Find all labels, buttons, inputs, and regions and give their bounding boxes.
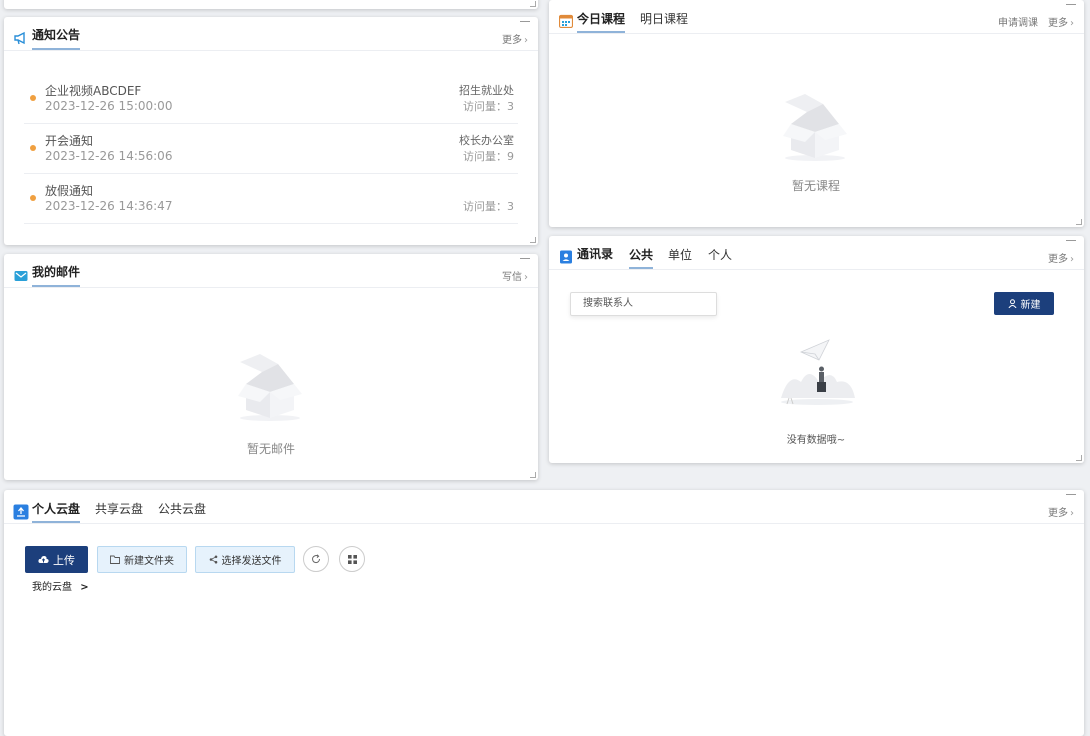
apply-adjust-link[interactable]: 申请调课 bbox=[998, 14, 1038, 29]
top-stub-panel bbox=[4, 0, 538, 9]
notice-item-visits: 访问量：3 bbox=[463, 100, 514, 113]
notice-item-title: 放假通知 bbox=[45, 184, 94, 198]
notice-item-title: 开会通知 bbox=[45, 134, 94, 148]
notice-item-title: 企业视频ABCDEF bbox=[45, 84, 142, 98]
contact-book-icon bbox=[560, 250, 572, 264]
breadcrumb: 我的云盘 > bbox=[32, 578, 89, 593]
empty-box-icon bbox=[783, 94, 847, 161]
refresh-icon bbox=[312, 554, 321, 564]
notice-item-time: 2023-12-26 15:00:00 bbox=[45, 99, 173, 113]
tab-personal-disk[interactable]: 个人云盘 bbox=[32, 500, 81, 523]
chevron-right-icon: › bbox=[524, 35, 528, 46]
share-icon bbox=[209, 555, 217, 564]
tab-shared-disk[interactable]: 共享云盘 bbox=[95, 500, 143, 523]
bullet-dot-icon bbox=[30, 95, 36, 101]
mail-title: 我的邮件 bbox=[32, 263, 81, 287]
course-header: 今日课程 明日课程 申请调课 更多 › bbox=[549, 0, 1084, 34]
notice-more-link[interactable]: 更多 › bbox=[502, 31, 528, 46]
contacts-header: 通讯录 公共 单位 个人 更多 › bbox=[549, 236, 1084, 270]
contacts-more-label: 更多 bbox=[1048, 254, 1068, 265]
contacts-title: 通讯录 bbox=[577, 247, 614, 261]
new-folder-button[interactable]: 新建文件夹 bbox=[97, 546, 187, 573]
course-more-label: 更多 bbox=[1048, 18, 1068, 29]
tab-contacts-public[interactable]: 公共 bbox=[629, 246, 654, 269]
bullet-dot-icon bbox=[30, 145, 36, 151]
bullet-dot-icon bbox=[30, 195, 36, 201]
notice-item-time: 2023-12-26 14:36:47 bbox=[45, 199, 173, 213]
tab-tomorrow-course[interactable]: 明日课程 bbox=[640, 10, 688, 33]
resize-handle[interactable] bbox=[530, 237, 536, 243]
notice-item-visits: 访问量：3 bbox=[463, 200, 514, 213]
tab-public-disk[interactable]: 公共云盘 bbox=[158, 500, 206, 523]
chevron-right-icon: › bbox=[1070, 254, 1074, 265]
notice-item-time: 2023-12-26 14:56:06 bbox=[45, 149, 173, 163]
course-panel: 今日课程 明日课程 申请调课 更多 › 暂无课程 bbox=[549, 0, 1084, 227]
chevron-right-icon: › bbox=[1070, 18, 1074, 29]
refresh-button[interactable] bbox=[303, 546, 329, 572]
mail-panel: 我的邮件 写信 › 暂无邮件 bbox=[4, 254, 538, 480]
mail-empty-text: 暂无邮件 bbox=[246, 442, 295, 456]
disk-header: 个人云盘 共享云盘 公共云盘 更多 › bbox=[4, 490, 1084, 524]
notice-panel: 通知公告 更多 › 企业视频ABCDEF 2023-12-26 15:00:00 … bbox=[4, 17, 538, 245]
mail-header: 我的邮件 写信 › bbox=[4, 254, 538, 288]
contact-search-input[interactable]: 搜索联系人 bbox=[570, 292, 717, 316]
empty-box-icon bbox=[238, 354, 302, 421]
calendar-icon bbox=[559, 14, 573, 28]
user-icon bbox=[1007, 299, 1017, 308]
disk-more-label: 更多 bbox=[1048, 508, 1068, 519]
notice-item-2[interactable]: 开会通知 2023-12-26 14:56:06 校长办公室 访问量：9 bbox=[24, 124, 518, 174]
write-mail-label: 写信 bbox=[502, 272, 522, 283]
write-mail-link[interactable]: 写信 › bbox=[502, 268, 528, 283]
tab-contacts-unit[interactable]: 单位 bbox=[668, 246, 692, 269]
new-contact-label: 新建 bbox=[1020, 300, 1041, 311]
cloud-disk-panel: 个人云盘 共享云盘 公共云盘 更多 › 上传 新建文件夹 选择发送文件 我的云盘… bbox=[4, 490, 1084, 736]
notice-item-visits: 访问量：9 bbox=[463, 150, 514, 163]
chevron-right-icon: › bbox=[524, 272, 528, 283]
tab-today-course[interactable]: 今日课程 bbox=[577, 10, 626, 33]
breadcrumb-separator: > bbox=[80, 582, 89, 593]
new-contact-button[interactable]: 新建 bbox=[994, 292, 1054, 315]
cloud-upload-icon bbox=[38, 555, 49, 563]
new-folder-label: 新建文件夹 bbox=[124, 556, 174, 567]
tab-contacts-personal[interactable]: 个人 bbox=[708, 246, 732, 269]
notice-item-dept: 校长办公室 bbox=[459, 134, 514, 147]
cloud-disk-icon bbox=[13, 504, 29, 520]
contacts-more-link[interactable]: 更多 › bbox=[1048, 250, 1074, 265]
notice-item-1[interactable]: 企业视频ABCDEF 2023-12-26 15:00:00 招生就业处 访问量… bbox=[24, 74, 518, 124]
notice-item-3[interactable]: 放假通知 2023-12-26 14:36:47 访问量：3 bbox=[24, 174, 518, 224]
course-empty-text: 暂无课程 bbox=[791, 179, 840, 193]
course-more-link[interactable]: 更多 › bbox=[1048, 14, 1074, 29]
upload-label: 上传 bbox=[53, 553, 75, 567]
contacts-empty-text: 没有数据哦~ bbox=[786, 435, 846, 446]
folder-icon bbox=[110, 555, 120, 564]
grid-view-button[interactable] bbox=[339, 546, 365, 572]
select-send-file-button[interactable]: 选择发送文件 bbox=[195, 546, 295, 573]
notice-more-label: 更多 bbox=[502, 35, 522, 46]
resize-handle[interactable] bbox=[1076, 219, 1082, 225]
grid-view-icon bbox=[347, 554, 357, 564]
select-send-file-label: 选择发送文件 bbox=[221, 556, 282, 567]
resize-handle[interactable] bbox=[1076, 455, 1082, 461]
disk-more-link[interactable]: 更多 › bbox=[1048, 504, 1074, 519]
notice-title: 通知公告 bbox=[32, 26, 81, 50]
upload-button[interactable]: 上传 bbox=[25, 546, 88, 573]
resize-handle[interactable] bbox=[530, 1, 536, 7]
mail-icon bbox=[14, 271, 28, 281]
megaphone-icon bbox=[14, 31, 25, 45]
breadcrumb-my-disk[interactable]: 我的云盘 bbox=[32, 582, 72, 593]
contacts-panel: 通讯录 公共 单位 个人 更多 › 搜索联系人 新建 没有数据哦~ bbox=[549, 236, 1084, 463]
chevron-right-icon: › bbox=[1070, 508, 1074, 519]
notice-item-dept: 招生就业处 bbox=[459, 84, 514, 97]
empty-paper-plane-icon bbox=[781, 339, 855, 405]
resize-handle[interactable] bbox=[530, 472, 536, 478]
notice-header: 通知公告 更多 › bbox=[4, 17, 538, 51]
